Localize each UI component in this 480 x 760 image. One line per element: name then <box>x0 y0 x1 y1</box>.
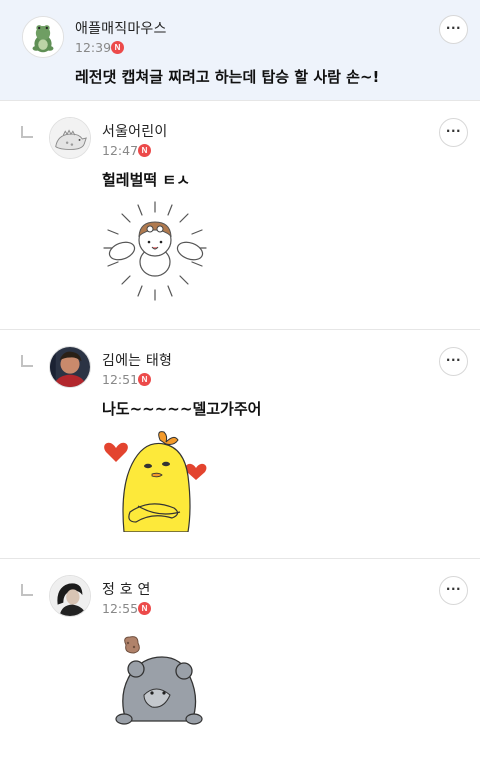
comment-main: 애플매직마우스 12:39 N ··· 레전댓 캡쳐글 찌려고 하는데 탑승 할… <box>0 0 480 101</box>
timestamp: 12:39 <box>75 40 112 55</box>
yellow-chick-hearts-sticker <box>102 428 210 532</box>
timestamp: 12:55 <box>102 601 139 616</box>
comment-reply: 서울어린이 12:47 N ··· 헐레벌떡 ㅌㅅ <box>0 101 480 330</box>
running-puppy-sticker <box>98 196 213 306</box>
gray-bear-sticker <box>114 635 204 725</box>
more-options-button[interactable]: ··· <box>439 118 468 147</box>
timestamp: 12:47 <box>102 143 139 158</box>
timestamp: 12:51 <box>102 372 139 387</box>
author-name[interactable]: 정 호 연 <box>102 579 151 599</box>
author-name[interactable]: 서울어린이 <box>102 121 167 141</box>
frog-avatar-icon <box>23 17 63 57</box>
more-options-button[interactable]: ··· <box>439 347 468 376</box>
dinosaur-avatar-icon <box>50 118 90 158</box>
avatar[interactable] <box>49 575 91 617</box>
new-badge: N <box>138 144 151 157</box>
new-badge: N <box>138 602 151 615</box>
avatar[interactable] <box>49 117 91 159</box>
comment-text: 나도~~~~~델고가주어 <box>102 400 262 418</box>
comment-text: 헐레벌떡 ㅌㅅ <box>102 171 191 189</box>
avatar[interactable] <box>49 346 91 388</box>
more-options-button[interactable]: ··· <box>439 576 468 605</box>
comment-reply: 김에는 태형 12:51 N ··· 나도~~~~~델고가주어 <box>0 330 480 559</box>
avatar[interactable] <box>22 16 64 58</box>
author-name[interactable]: 애플매직마우스 <box>75 18 167 38</box>
reply-indicator-icon <box>21 126 33 138</box>
comment-text: 레전댓 캡쳐글 찌려고 하는데 탑승 할 사람 손~! <box>75 68 380 86</box>
comment-reply: 정 호 연 12:55 N ··· <box>0 559 480 760</box>
new-badge: N <box>111 41 124 54</box>
new-badge: N <box>138 373 151 386</box>
author-name[interactable]: 김에는 태형 <box>102 350 172 370</box>
reply-indicator-icon <box>21 355 33 367</box>
person-photo-avatar <box>50 347 90 387</box>
more-options-button[interactable]: ··· <box>439 15 468 44</box>
person-photo-avatar <box>50 576 90 616</box>
reply-indicator-icon <box>21 584 33 596</box>
